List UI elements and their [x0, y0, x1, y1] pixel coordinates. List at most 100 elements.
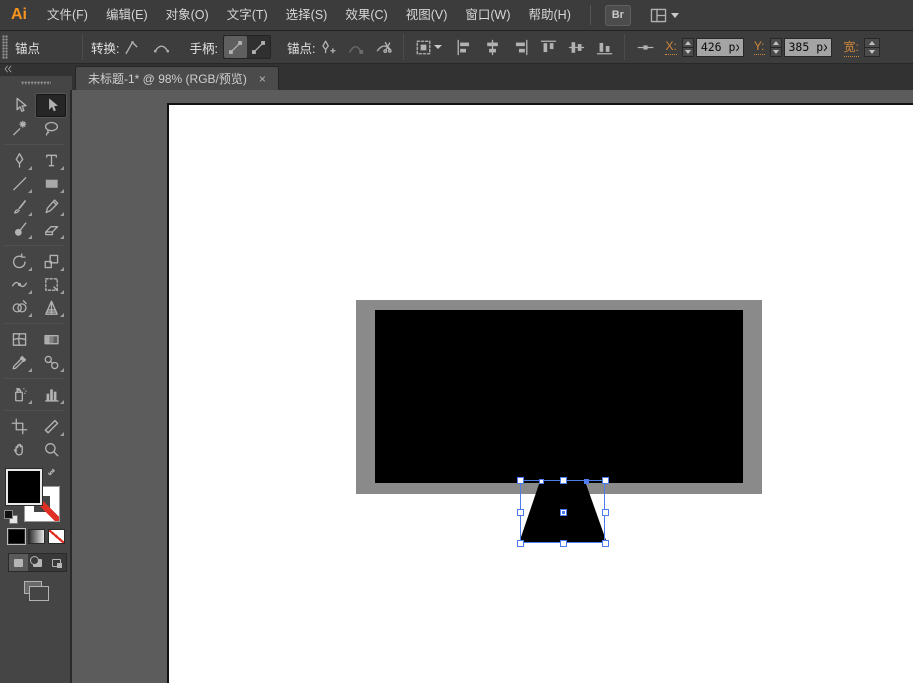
- workspace-icon: [649, 6, 668, 25]
- type-tool[interactable]: [36, 149, 66, 172]
- anchor-point[interactable]: [538, 478, 544, 484]
- isolate-object-button[interactable]: [412, 35, 444, 59]
- symbol-sprayer-tool[interactable]: [4, 383, 34, 406]
- free-transform-tool[interactable]: [36, 273, 66, 296]
- controlbar-grip[interactable]: [2, 35, 8, 59]
- connect-endpoints-icon: [346, 38, 365, 57]
- rectangle-tool[interactable]: [36, 172, 66, 195]
- align-vmiddle-button[interactable]: [564, 35, 588, 59]
- menu-item-file[interactable]: 文件(F): [38, 0, 97, 31]
- convert-to-corner-button[interactable]: [120, 35, 144, 59]
- blend-tool[interactable]: [36, 351, 66, 374]
- pencil-tool[interactable]: [36, 195, 66, 218]
- pen-tool[interactable]: [4, 149, 34, 172]
- add-anchor-button[interactable]: [315, 35, 339, 59]
- align-bottom-button[interactable]: [592, 35, 616, 59]
- hide-handles-button[interactable]: [247, 36, 270, 58]
- gradient-tool[interactable]: [36, 328, 66, 351]
- menu-item-edit[interactable]: 编辑(E): [97, 0, 157, 31]
- fill-swatch[interactable]: [6, 469, 42, 505]
- object-center-point[interactable]: [560, 509, 567, 516]
- direct-selection-tool[interactable]: [4, 94, 34, 117]
- convert-to-smooth-button[interactable]: [150, 35, 174, 59]
- perspective-grid-tool[interactable]: [36, 296, 66, 319]
- gradient-button[interactable]: [28, 529, 45, 544]
- tool-panel-grip[interactable]: [0, 76, 72, 90]
- scale-tool[interactable]: [36, 250, 66, 273]
- selection-tool[interactable]: [36, 94, 66, 117]
- align-left-button[interactable]: [452, 35, 476, 59]
- handle-toggle-group: [222, 35, 271, 59]
- anchor-point-selected[interactable]: [583, 478, 589, 484]
- slice-tool[interactable]: [36, 415, 66, 438]
- rotate-icon: [12, 253, 26, 269]
- workspace-switcher-button[interactable]: [649, 6, 679, 25]
- selection-handle[interactable]: [559, 477, 567, 484]
- selection-handle[interactable]: [559, 540, 567, 547]
- width-tool[interactable]: [4, 273, 34, 296]
- selection-handle[interactable]: [602, 540, 609, 547]
- draw-inside-button[interactable]: [47, 554, 66, 571]
- document-tab[interactable]: 未标题-1* @ 98% (RGB/预览) ×: [75, 66, 279, 90]
- eraser-tool[interactable]: [36, 218, 66, 241]
- draw-behind-button[interactable]: [28, 554, 47, 571]
- align-top-button[interactable]: [536, 35, 560, 59]
- menu-item-object[interactable]: 对象(O): [157, 0, 218, 31]
- show-handles-icon: [226, 38, 245, 57]
- menu-item-type[interactable]: 文字(T): [218, 0, 277, 31]
- x-stepper[interactable]: [681, 37, 694, 57]
- color-button[interactable]: [7, 528, 26, 545]
- menu-item-help[interactable]: 帮助(H): [520, 0, 580, 31]
- shape-builder-tool[interactable]: [4, 296, 34, 319]
- x-label[interactable]: X:: [665, 39, 677, 55]
- selection-bounding-box[interactable]: [517, 477, 609, 547]
- show-handles-button[interactable]: [223, 36, 247, 58]
- menu-item-window[interactable]: 窗口(W): [456, 0, 519, 31]
- reference-point-widget[interactable]: [633, 35, 657, 59]
- width-stepper[interactable]: [863, 37, 880, 57]
- magic-wand-tool[interactable]: [4, 117, 34, 140]
- rotate-tool[interactable]: [4, 250, 34, 273]
- lasso-tool[interactable]: [36, 117, 66, 140]
- column-graph-tool[interactable]: [36, 383, 66, 406]
- selection-handle[interactable]: [517, 540, 524, 547]
- tool-group-separator: [5, 245, 65, 246]
- artboard-tool[interactable]: [4, 415, 34, 438]
- x-input[interactable]: [695, 37, 744, 57]
- cut-path-button[interactable]: [371, 35, 395, 59]
- paintbrush-tool[interactable]: [4, 195, 34, 218]
- hand-tool[interactable]: [4, 438, 34, 461]
- collapse-panel-button[interactable]: [0, 64, 72, 76]
- selection-handle[interactable]: [517, 508, 524, 516]
- swap-fill-stroke-icon[interactable]: [47, 468, 62, 483]
- close-tab-icon[interactable]: ×: [259, 73, 266, 85]
- draw-normal-button[interactable]: [9, 554, 28, 571]
- y-stepper[interactable]: [769, 37, 782, 57]
- magic-wand-icon: [12, 120, 26, 136]
- blob-brush-tool[interactable]: [4, 218, 34, 241]
- document-canvas[interactable]: [72, 90, 913, 683]
- chevron-down-icon: [670, 12, 679, 18]
- change-screen-mode-button[interactable]: [24, 581, 49, 601]
- mesh-tool[interactable]: [4, 328, 34, 351]
- selection-handle[interactable]: [602, 477, 609, 484]
- zoom-tool[interactable]: [36, 438, 66, 461]
- menu-item-effect[interactable]: 效果(C): [336, 0, 396, 31]
- y-input[interactable]: [783, 37, 832, 57]
- tv-screen-shape[interactable]: [375, 310, 743, 483]
- rectangle-icon: [45, 179, 58, 188]
- selection-handle[interactable]: [517, 477, 524, 484]
- none-button[interactable]: [48, 529, 65, 544]
- width-label[interactable]: 宽:: [843, 38, 859, 57]
- eyedropper-tool[interactable]: [4, 351, 34, 374]
- align-right-button[interactable]: [508, 35, 532, 59]
- y-label[interactable]: Y:: [753, 39, 765, 55]
- menu-item-view[interactable]: 视图(V): [397, 0, 457, 31]
- bridge-button[interactable]: Br: [604, 4, 631, 26]
- align-hcenter-button[interactable]: [480, 35, 504, 59]
- line-segment-tool[interactable]: [4, 172, 34, 195]
- menu-item-select[interactable]: 选择(S): [277, 0, 337, 31]
- default-fill-stroke-icon[interactable]: [4, 510, 18, 524]
- selection-handle[interactable]: [602, 508, 609, 516]
- mesh-icon: [12, 333, 26, 346]
